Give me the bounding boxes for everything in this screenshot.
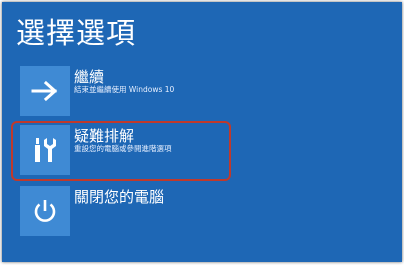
continue-description: 結束並繼續使用 Windows 10 bbox=[74, 85, 175, 94]
tools-icon bbox=[35, 138, 56, 162]
turn-off-option[interactable]: 關閉您的電腦 bbox=[20, 186, 320, 236]
continue-option[interactable]: 繼續 結束並繼續使用 Windows 10 bbox=[20, 66, 320, 116]
continue-tile[interactable] bbox=[20, 66, 70, 116]
turn-off-tile[interactable] bbox=[20, 186, 70, 236]
power-icon bbox=[34, 200, 56, 222]
arrow-right-icon bbox=[31, 80, 58, 102]
turn-off-label: 關閉您的電腦 bbox=[74, 188, 165, 206]
recovery-screen: 選擇選項 繼續 結束並繼續使用 Windows 10 疑難排解 重設您的電腦或參… bbox=[2, 2, 402, 262]
troubleshoot-tile[interactable] bbox=[20, 125, 70, 175]
page-title: 選擇選項 bbox=[16, 16, 137, 50]
troubleshoot-description: 重設您的電腦或參閱進階選項 bbox=[74, 144, 172, 153]
troubleshoot-option[interactable]: 疑難排解 重設您的電腦或參閱進階選項 bbox=[20, 125, 320, 175]
